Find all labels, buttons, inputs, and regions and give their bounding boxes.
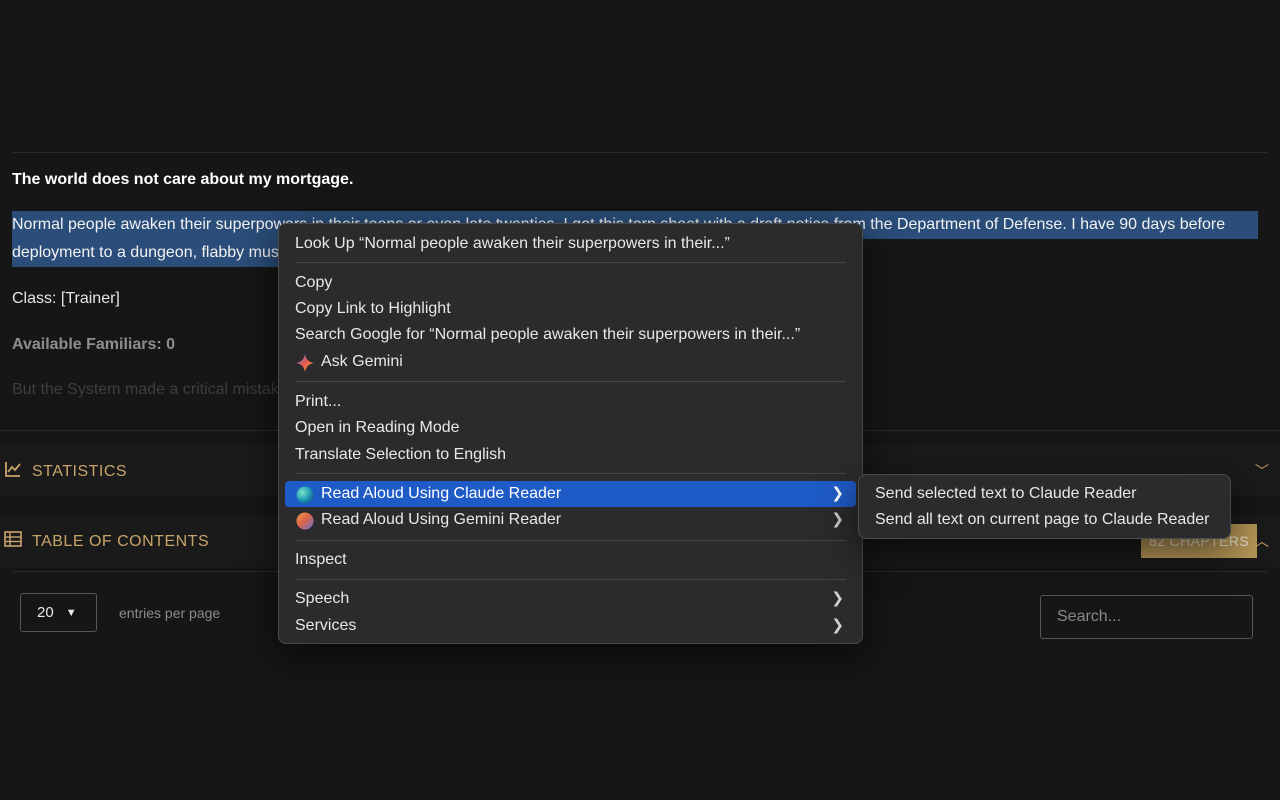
gemini-sparkle-icon [296,354,314,381]
page-size-value: 20 [37,604,54,621]
claude-reader-submenu: Send selected text to Claude Reader Send… [858,474,1231,539]
menu-item-read-claude[interactable]: Read Aloud Using Claude Reader ❯ [285,481,856,507]
menu-item-search-google[interactable]: Search Google for “Normal people awaken … [285,322,856,348]
menu-item-speech[interactable]: Speech ❯ [285,586,856,612]
menu-separator [295,262,846,263]
menu-separator [295,381,846,382]
entries-label: entries per page [119,605,221,621]
menu-item-look-up[interactable]: Look Up “Normal people awaken their supe… [285,231,856,257]
menu-item-services[interactable]: Services ❯ [285,613,856,639]
menu-separator [295,540,846,541]
menu-item-copy-link[interactable]: Copy Link to Highlight [285,296,856,322]
submenu-item-send-selected[interactable]: Send selected text to Claude Reader [865,481,1224,507]
menu-item-translate[interactable]: Translate Selection to English [285,442,856,468]
menu-item-reading-mode[interactable]: Open in Reading Mode [285,415,856,441]
globe-orange-icon [296,512,314,539]
chevron-right-icon: ❯ [831,485,844,502]
chevron-right-icon: ❯ [831,617,844,634]
menu-item-read-gemini[interactable]: Read Aloud Using Gemini Reader ❯ [285,507,856,533]
top-divider [12,152,1268,153]
chevron-down-icon[interactable]: ﹀ [1255,461,1269,481]
menu-item-print[interactable]: Print... [285,389,856,415]
table-icon [0,531,32,552]
read-claude-label: Read Aloud Using Claude Reader [321,485,562,502]
chevron-right-icon: ❯ [831,590,844,607]
selected-text-line-2[interactable]: deployment to a dungeon, flabby muscles … [12,239,278,267]
page-size-select[interactable]: 20 ▼ [20,593,97,632]
submenu-item-send-all[interactable]: Send all text on current page to Claude … [865,507,1224,533]
services-label: Services [295,617,357,634]
menu-item-inspect[interactable]: Inspect [285,547,856,573]
chevron-down-icon: ▼ [65,606,77,619]
context-menu: Look Up “Normal people awaken their supe… [278,223,863,644]
chevron-up-icon[interactable]: ︿ [1255,531,1269,551]
line-chart-icon [0,460,32,483]
statistics-header[interactable]: STATISTICS [0,460,127,483]
menu-separator [295,579,846,580]
search-input[interactable] [1040,595,1253,639]
menu-item-ask-gemini[interactable]: Ask Gemini [285,349,856,375]
menu-item-copy[interactable]: Copy [285,270,856,296]
menu-separator [295,473,846,474]
ask-gemini-label: Ask Gemini [321,353,403,370]
story-heading: The world does not care about my mortgag… [12,171,354,188]
chevron-right-icon: ❯ [831,511,844,528]
statistics-label: STATISTICS [32,462,128,480]
toc-label: TABLE OF CONTENTS [32,532,210,550]
toc-header[interactable]: TABLE OF CONTENTS [0,531,209,552]
read-gemini-label: Read Aloud Using Gemini Reader [321,511,562,528]
speech-label: Speech [295,590,350,607]
